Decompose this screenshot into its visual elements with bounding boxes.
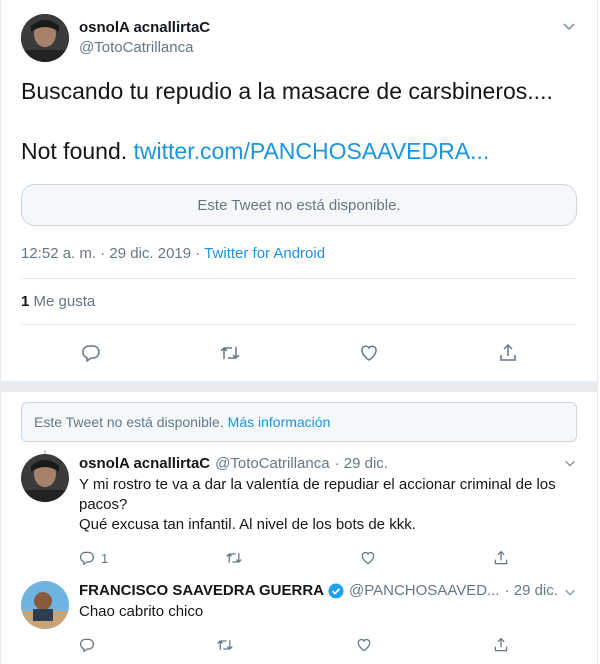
like-label: Me gusta (33, 293, 96, 310)
reply-count: 1 (101, 550, 109, 566)
tweet-meta: 12:52 a. m. · 29 dic. 2019 · Twitter for… (21, 244, 577, 279)
quoted-unavailable-text: Este Tweet no está disponible. (197, 196, 401, 214)
chevron-down-icon[interactable] (561, 18, 577, 39)
tweet-actions (21, 325, 577, 381)
reply-timestamp[interactable]: · 29 dic. (335, 454, 388, 474)
like-icon[interactable] (356, 637, 372, 653)
share-icon[interactable] (493, 550, 509, 566)
retweet-icon[interactable] (225, 550, 243, 566)
reply-text-line: Chao cabrito chico (79, 603, 204, 620)
reply-text-line: Y mi rostro te va a dar la valentía de r… (79, 476, 556, 513)
reply-text: Y mi rostro te va a dar la valentía de r… (79, 475, 577, 535)
reply-actions: 1 (79, 545, 509, 571)
avatar[interactable] (21, 581, 69, 629)
share-icon[interactable] (493, 637, 509, 653)
reply-tweet[interactable]: osnolA acnallirtaC @TotoCatrillanca · 29… (21, 442, 577, 571)
reply-icon (79, 551, 94, 566)
more-info-link[interactable]: Más información (228, 414, 331, 430)
reply-tweet[interactable]: FRANCISCO SAAVEDRA GUERRA @PANCHOSAAVED.… (21, 571, 577, 658)
user-name[interactable]: FRANCISCO SAAVEDRA GUERRA (79, 581, 324, 601)
reply-body: FRANCISCO SAAVEDRA GUERRA @PANCHOSAAVED.… (79, 581, 577, 658)
tweet-detail-view: osnolA acnallirtaC @TotoCatrillanca Busc… (0, 0, 598, 664)
unavailable-text: Este Tweet no está disponible. (34, 414, 224, 430)
reply-header: osnolA acnallirtaC @TotoCatrillanca · 29… (79, 454, 577, 474)
user-handle[interactable]: @TotoCatrillanca (215, 454, 329, 474)
reply-body: osnolA acnallirtaC @TotoCatrillanca · 29… (79, 454, 577, 571)
user-names: osnolA acnallirtaC @TotoCatrillanca (79, 18, 210, 58)
reply-text: Chao cabrito chico (79, 602, 577, 622)
retweet-icon[interactable] (210, 333, 250, 373)
reply-icon[interactable] (79, 637, 95, 653)
avatar[interactable] (21, 14, 69, 62)
like-count: 1 (21, 293, 30, 310)
like-icon[interactable] (360, 550, 376, 566)
reply-text-line: Qué excusa tan infantil. Al nivel de los… (79, 516, 416, 533)
retweet-icon[interactable] (216, 637, 234, 653)
like-stats[interactable]: 1 Me gusta (21, 279, 577, 325)
tweet-text-line: Buscando tu repudio a la masacre de cars… (21, 78, 553, 104)
avatar[interactable] (21, 454, 69, 502)
tweet-timestamp[interactable]: 12:52 a. m. · 29 dic. 2019 · (21, 245, 200, 262)
like-icon[interactable] (349, 333, 389, 373)
share-icon[interactable] (488, 333, 528, 373)
verified-badge-icon (328, 583, 344, 599)
main-tweet: osnolA acnallirtaC @TotoCatrillanca Busc… (1, 0, 597, 392)
reply-thread: Este Tweet no está disponible. Más infor… (1, 402, 597, 658)
tweet-source[interactable]: Twitter for Android (204, 245, 325, 262)
reply-actions (79, 632, 509, 658)
quoted-tweet-unavailable[interactable]: Este Tweet no está disponible. (21, 184, 577, 226)
user-handle[interactable]: @TotoCatrillanca (79, 38, 210, 58)
user-name[interactable]: osnolA acnallirtaC (79, 18, 210, 38)
tweet-text-plain: Not found. (21, 138, 128, 164)
reply-header: FRANCISCO SAAVEDRA GUERRA @PANCHOSAAVED.… (79, 581, 577, 601)
section-divider (1, 381, 597, 392)
tweet-text: Buscando tu repudio a la masacre de cars… (21, 76, 577, 166)
unavailable-tweet-notice: Este Tweet no está disponible. Más infor… (21, 402, 577, 442)
reply-icon[interactable] (71, 333, 111, 373)
tweet-link[interactable]: twitter.com/PANCHOSAAVEDRA... (134, 138, 490, 164)
user-name[interactable]: osnolA acnallirtaC (79, 454, 210, 474)
user-handle[interactable]: @PANCHOSAAVED... (349, 581, 500, 601)
reply-timestamp[interactable]: · 29 dic. (505, 581, 558, 601)
main-tweet-header: osnolA acnallirtaC @TotoCatrillanca (21, 14, 577, 62)
chevron-down-icon[interactable] (563, 456, 577, 475)
reply-button[interactable]: 1 (79, 550, 108, 566)
chevron-down-icon[interactable] (563, 585, 577, 604)
